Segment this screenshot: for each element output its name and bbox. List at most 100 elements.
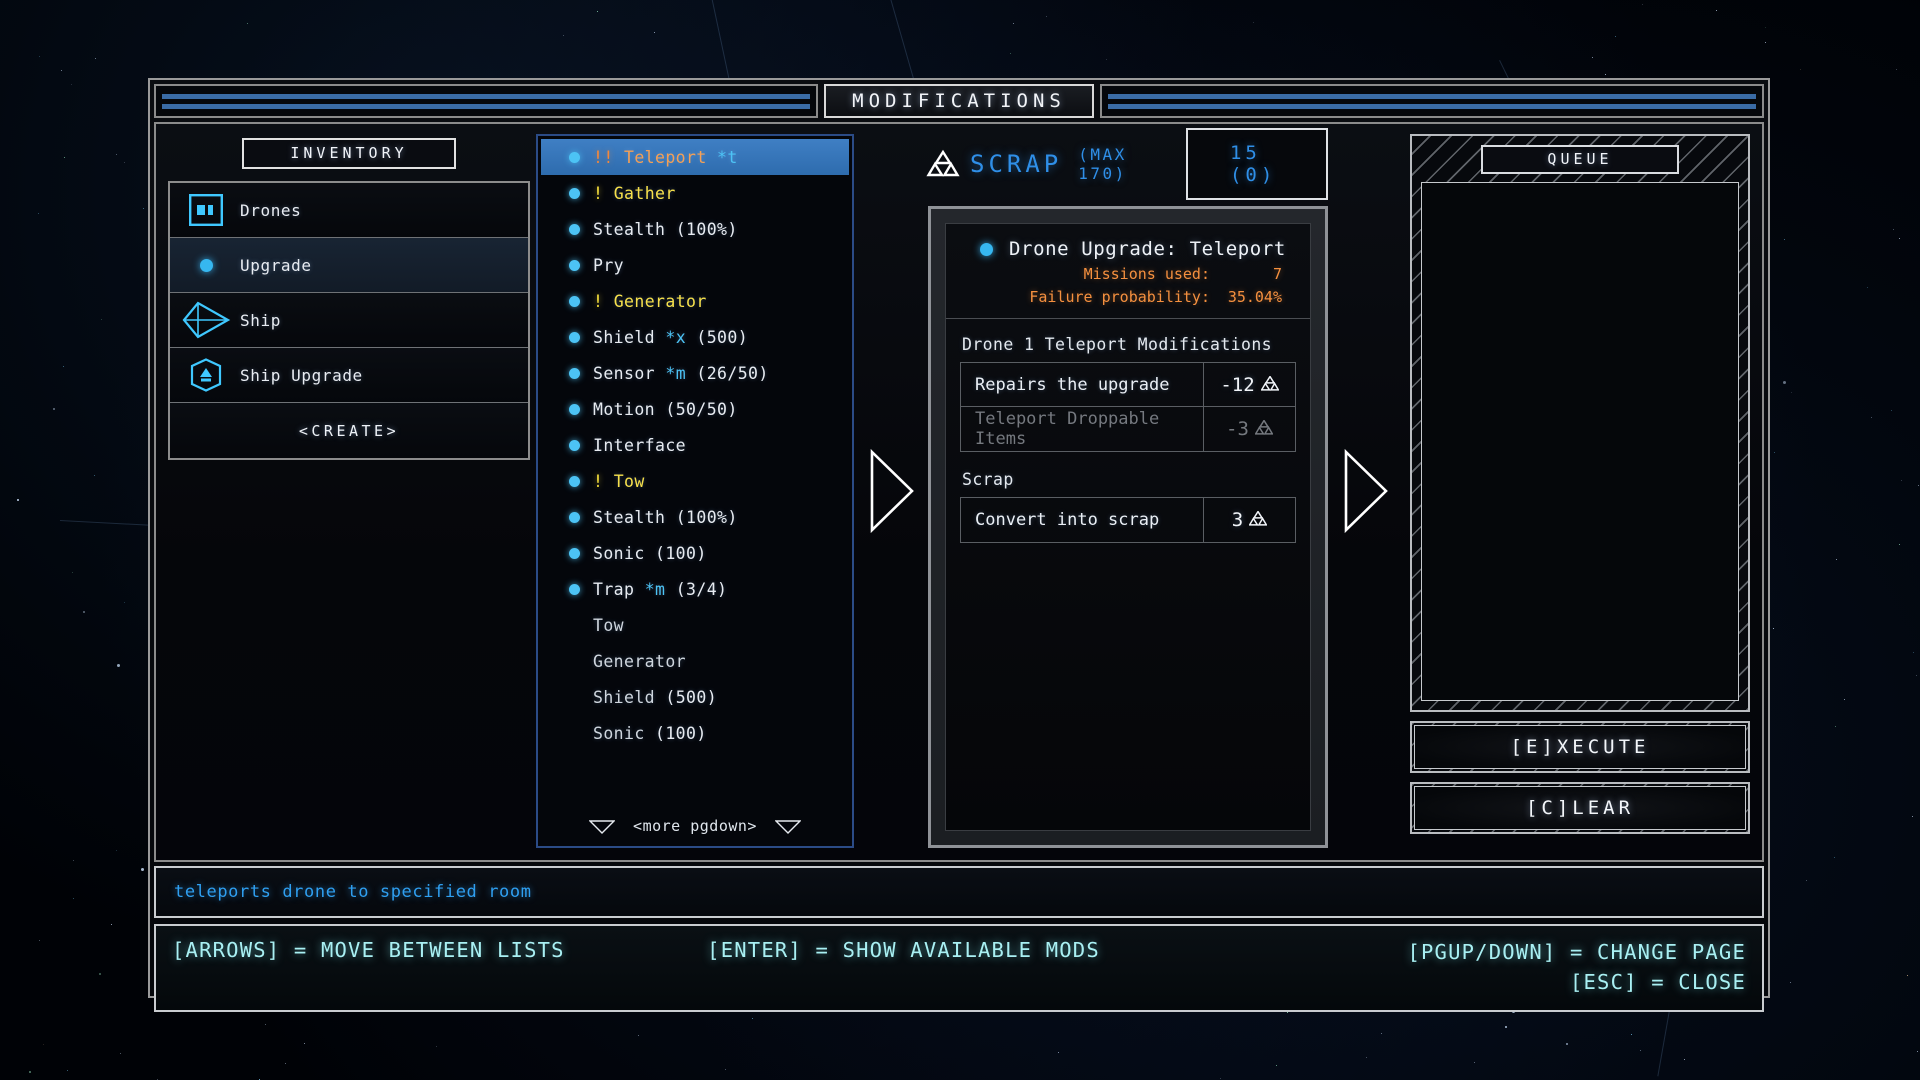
- item-name: Shield: [593, 687, 656, 707]
- modification-list-item[interactable]: Shield *x (500): [541, 319, 849, 355]
- execute-button-label: [E]XECUTE: [1414, 725, 1746, 769]
- scrap-value-box: 15 (0): [1185, 128, 1328, 200]
- detail-stat-row: Missions used: 7: [964, 265, 1292, 283]
- modification-list-item[interactable]: ! Gather: [541, 175, 849, 211]
- modification-list-item[interactable]: Interface: [541, 427, 849, 463]
- scrap-trefoil-icon: [1254, 418, 1274, 440]
- option-group-label: Drone 1 Teleport Modifications: [962, 335, 1273, 354]
- modification-list-pagination[interactable]: <more pgdown>: [541, 809, 849, 843]
- item-bullet-icon: [569, 259, 580, 271]
- modification-list-item[interactable]: !! Teleport *t: [541, 139, 849, 175]
- option-cost-value: -12: [1220, 373, 1255, 396]
- titlebar-rail-right: [1099, 84, 1764, 118]
- inventory-item-upgrade[interactable]: Upgrade: [170, 238, 528, 293]
- modification-item-text: Trap *m (3/4): [593, 580, 727, 599]
- triangle-right-icon: [1344, 448, 1388, 534]
- scrap-trefoil-icon: [926, 149, 960, 177]
- modification-item-text: Motion (50/50): [593, 400, 738, 419]
- detail-stat-value: 35.04%: [1227, 288, 1282, 306]
- modification-list-item[interactable]: Sonic (100): [541, 535, 849, 571]
- inventory-header: INVENTORY: [242, 138, 456, 169]
- item-suffix: *m (26/50): [665, 363, 769, 383]
- titlebar-rail-left: [154, 84, 819, 118]
- modification-item-text: ! Tow: [593, 472, 645, 491]
- modification-item-text: Pry: [593, 256, 624, 275]
- flow-arrow-1: [854, 134, 928, 848]
- item-name: Generator: [593, 651, 687, 671]
- detail-title-row: Drone Upgrade: Teleport: [964, 238, 1292, 260]
- modification-list-item[interactable]: ! Generator: [541, 283, 849, 319]
- option-cost: 3: [1203, 498, 1295, 542]
- modification-list-item[interactable]: Motion (50/50): [541, 391, 849, 427]
- chevron-down-icon: [589, 820, 616, 834]
- detail-stat-row: Failure probability: 35.04%: [964, 288, 1292, 306]
- option-row[interactable]: Repairs the upgrade -12: [961, 363, 1295, 407]
- item-name: Motion: [593, 399, 656, 419]
- scrap-max-label: (MAX 170): [1078, 145, 1127, 183]
- item-bullet-icon: [569, 475, 580, 487]
- inventory-panel: INVENTORY Drones Upgrade Ship Ship Upgrade <…: [168, 134, 530, 848]
- modification-list[interactable]: !! Teleport *t ! Gather Stealth (100%) Pry!…: [536, 134, 854, 848]
- inventory-item-drones[interactable]: Drones: [170, 183, 528, 238]
- modification-list-item[interactable]: ! Tow: [541, 463, 849, 499]
- inventory-item-ship-upgrade[interactable]: Ship Upgrade: [170, 348, 528, 403]
- item-name: Sonic: [593, 723, 645, 743]
- detail-header: Drone Upgrade: Teleport Missions used: 7 F…: [946, 224, 1310, 319]
- option-name: Repairs the upgrade: [975, 374, 1170, 395]
- inventory-item-ship[interactable]: Ship: [170, 293, 528, 348]
- modification-list-item[interactable]: Pry: [541, 247, 849, 283]
- inventory-item-create[interactable]: <CREATE>: [170, 403, 528, 458]
- modification-item-text: !! Teleport *t: [593, 148, 738, 167]
- item-name: Shield: [593, 327, 656, 347]
- help-bar: [ARROWS] = MOVE BETWEEN LISTS [ENTER] = …: [154, 924, 1764, 1012]
- modification-item-text: Tow: [593, 616, 624, 635]
- queue-header: QUEUE: [1481, 145, 1679, 174]
- item-tag: *m: [665, 363, 687, 383]
- item-tag: *x: [665, 327, 687, 347]
- modification-list-item[interactable]: Sensor *m (26/50): [541, 355, 849, 391]
- detail-panel-inner: Drone Upgrade: Teleport Missions used: 7 F…: [945, 223, 1311, 831]
- queue-list[interactable]: [1421, 182, 1739, 701]
- modification-list-item[interactable]: Tow: [541, 607, 849, 643]
- drone-bay-icon: [182, 194, 230, 227]
- modification-list-item[interactable]: Generator: [541, 643, 849, 679]
- item-bullet-icon: [569, 403, 580, 415]
- window-content: INVENTORY Drones Upgrade Ship Ship Upgrade <…: [154, 122, 1764, 862]
- detail-body: Drone 1 Teleport Modifications Repairs th…: [946, 319, 1310, 561]
- description-bar: teleports drone to specified room: [154, 866, 1764, 918]
- modification-list-item[interactable]: Trap *m (3/4): [541, 571, 849, 607]
- clear-button[interactable]: [C]LEAR: [1410, 782, 1750, 834]
- option-cost: -3: [1203, 407, 1295, 451]
- item-name: Trap: [593, 579, 635, 599]
- triangle-right-icon: [870, 448, 914, 534]
- option-row[interactable]: Convert into scrap 3: [961, 498, 1295, 542]
- modification-list-item[interactable]: Shield (500): [541, 679, 849, 715]
- item-bullet-icon: [569, 367, 580, 379]
- modification-item-text: Sensor *m (26/50): [593, 364, 769, 383]
- item-bullet-icon: [569, 295, 580, 307]
- item-suffix: (100): [655, 723, 707, 743]
- modification-item-text: Sonic (100): [593, 544, 707, 563]
- rail-line: [162, 93, 811, 99]
- modification-list-item[interactable]: Stealth (100%): [541, 499, 849, 535]
- description-text: teleports drone to specified room: [174, 882, 532, 902]
- modification-list-items: !! Teleport *t ! Gather Stealth (100%) Pry!…: [541, 139, 849, 751]
- option-group-label: Scrap: [962, 470, 1014, 489]
- item-bullet-icon: [569, 547, 580, 559]
- item-bullet-icon: [569, 511, 580, 523]
- window-titlebar: MODIFICATIONS: [154, 84, 1764, 118]
- modification-item-text: Stealth (100%): [593, 508, 738, 527]
- item-suffix: (500): [665, 687, 718, 707]
- execute-button[interactable]: [E]XECUTE: [1410, 721, 1750, 773]
- modification-item-text: Interface: [593, 436, 686, 455]
- modification-item-text: ! Gather: [593, 184, 676, 203]
- item-name: Sonic: [593, 543, 645, 563]
- inventory-item-label: Upgrade: [240, 255, 312, 275]
- item-bullet-icon: [569, 187, 580, 199]
- modification-list-item[interactable]: Stealth (100%): [541, 211, 849, 247]
- modification-list-item[interactable]: Sonic (100): [541, 715, 849, 751]
- item-name: Tow: [613, 471, 645, 491]
- rail-line: [1107, 93, 1756, 99]
- help-paging: [PGUP/DOWN] = CHANGE PAGE [ESC] = CLOSE: [1227, 938, 1746, 1010]
- inventory-item-label: Ship Upgrade: [240, 365, 363, 385]
